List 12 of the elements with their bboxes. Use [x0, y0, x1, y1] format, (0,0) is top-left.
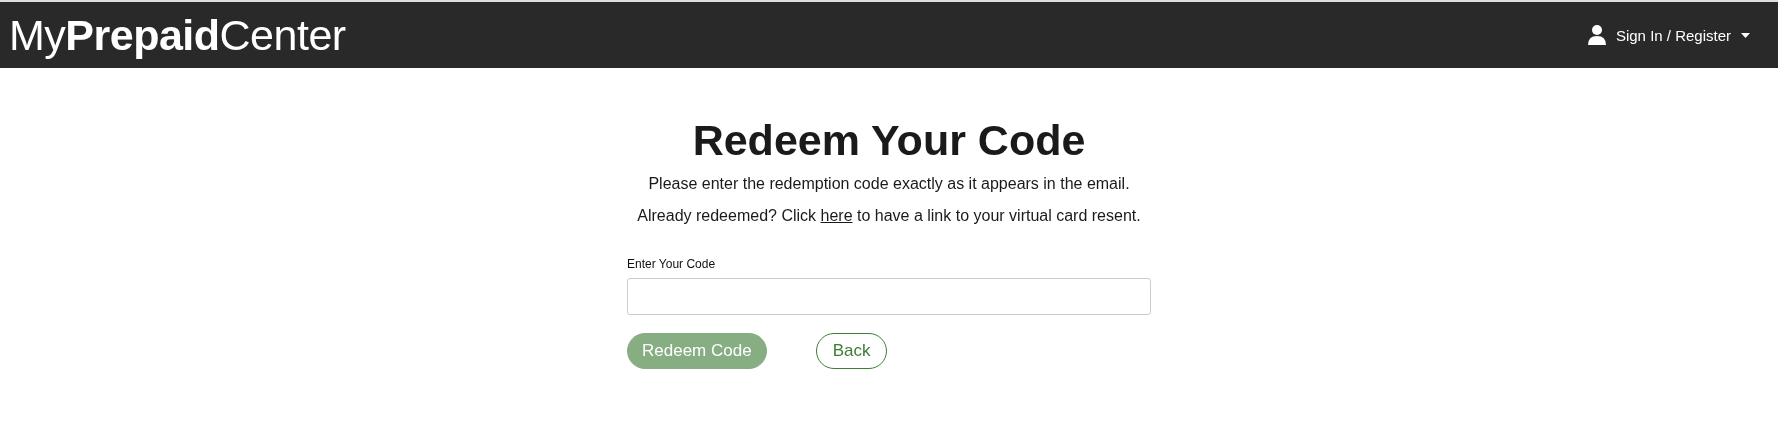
resend-link[interactable]: here: [820, 207, 853, 224]
account-menu-button[interactable]: Sign In / Register: [1587, 21, 1750, 49]
instructions-text: Please enter the redemption code exactly as it appears in the email.: [647, 175, 1131, 193]
resend-text: Already redeemed? Click: [637, 207, 817, 224]
back-button[interactable]: Back: [815, 333, 888, 369]
code-input-field[interactable]: [627, 278, 1151, 315]
page-title: Redeem Your Code: [691, 116, 1087, 165]
field-label: Enter Your Code: [627, 257, 716, 271]
logo[interactable]: MyPrepaidCenter: [9, 10, 346, 60]
user-icon: [1587, 25, 1606, 45]
caret-icon: [1741, 32, 1750, 38]
resend-text: to have a link to your virtual card resent.: [857, 207, 1141, 224]
